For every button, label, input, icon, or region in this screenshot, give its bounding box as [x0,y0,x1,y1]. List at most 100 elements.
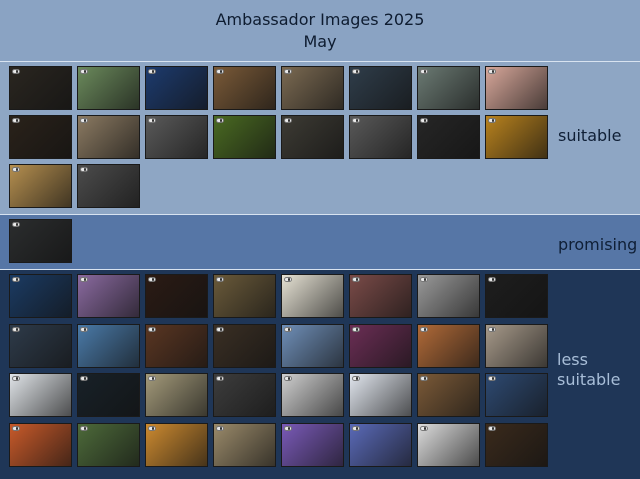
thumbnail-less-21[interactable] [281,373,344,417]
eye-icon [488,376,496,381]
thumbnail-suitable-5[interactable] [281,66,344,110]
section-less-suitable: less suitable [0,270,640,479]
thumbnail-less-31[interactable] [417,422,480,467]
eye-icon [216,69,224,74]
thumbnail-promising-1[interactable] [9,219,72,263]
eye-icon [488,118,496,123]
thumbnail-less-19[interactable] [145,373,208,417]
eye-icon [420,277,428,282]
thumbnail-less-17[interactable] [9,373,72,417]
thumbnail-less-8[interactable] [485,274,548,318]
eye-icon [488,277,496,282]
eye-icon [216,118,224,123]
eye-icon [352,69,360,74]
eye-icon [148,69,156,74]
thumbnail-less-29[interactable] [281,422,344,467]
eye-icon [488,326,496,332]
eye-icon [352,425,360,431]
thumbnail-less-2[interactable] [77,274,140,318]
eye-icon [148,425,156,431]
eye-icon [148,376,156,381]
eye-icon [488,425,496,431]
thumbnail-less-3[interactable] [145,274,208,318]
thumbnail-suitable-6[interactable] [349,66,412,110]
eye-icon [12,376,20,381]
thumbnail-less-1[interactable] [9,274,72,318]
thumbnail-suitable-18[interactable] [77,164,140,208]
thumbnail-less-32[interactable] [485,422,548,467]
eye-icon [420,425,428,431]
eye-icon [12,277,20,282]
thumbnail-suitable-11[interactable] [145,115,208,159]
eye-icon [80,277,88,282]
thumbnail-less-9[interactable] [9,323,72,368]
eye-icon [284,376,292,381]
thumbnail-suitable-10[interactable] [77,115,140,159]
eye-icon [284,118,292,123]
thumbnail-less-10[interactable] [77,323,140,368]
thumbnail-less-14[interactable] [349,323,412,368]
eye-icon [12,118,20,123]
thumbnail-suitable-17[interactable] [9,164,72,208]
thumbnail-less-20[interactable] [213,373,276,417]
section-label-promising: promising [558,235,638,254]
eye-icon [284,326,292,332]
thumbnail-less-12[interactable] [213,323,276,368]
eye-icon [216,376,224,381]
eye-icon [148,277,156,282]
eye-icon [80,425,88,431]
thumbnail-less-6[interactable] [349,274,412,318]
eye-icon [420,326,428,332]
thumbnail-less-11[interactable] [145,323,208,368]
section-label-less-suitable: less suitable [557,350,620,390]
eye-icon [80,376,88,381]
thumbnail-less-24[interactable] [485,373,548,417]
eye-icon [80,167,88,172]
thumbnail-suitable-4[interactable] [213,66,276,110]
eye-icon [148,118,156,123]
thumbnail-less-15[interactable] [417,323,480,368]
eye-icon [216,425,224,431]
eye-icon [12,222,20,227]
eye-icon [488,69,496,74]
thumbnail-less-7[interactable] [417,274,480,318]
thumbnail-suitable-9[interactable] [9,115,72,159]
thumbnail-less-18[interactable] [77,373,140,417]
eye-icon [12,167,20,172]
eye-icon [420,69,428,74]
thumbnail-suitable-13[interactable] [281,115,344,159]
thumbnail-suitable-7[interactable] [417,66,480,110]
thumbnail-suitable-15[interactable] [417,115,480,159]
thumbnail-less-4[interactable] [213,274,276,318]
eye-icon [216,326,224,332]
thumbnail-less-25[interactable] [9,422,72,467]
thumbnail-less-5[interactable] [281,274,344,318]
thumbnail-suitable-3[interactable] [145,66,208,110]
thumbnail-less-28[interactable] [213,422,276,467]
eye-icon [352,277,360,282]
eye-icon [352,376,360,381]
section-label-suitable: suitable [558,126,622,145]
eye-icon [284,425,292,431]
thumbnail-less-16[interactable] [485,323,548,368]
section-suitable: suitable [0,62,640,215]
thumbnail-suitable-8[interactable] [485,66,548,110]
thumbnail-less-26[interactable] [77,422,140,467]
eye-icon [80,69,88,74]
thumbnail-suitable-14[interactable] [349,115,412,159]
eye-icon [12,69,20,74]
section-promising: promising [0,215,640,270]
thumbnail-less-23[interactable] [417,373,480,417]
section-label-less-suitable-text: less suitable [557,350,621,389]
eye-icon [420,376,428,381]
thumbnail-less-27[interactable] [145,422,208,467]
thumbnail-suitable-2[interactable] [77,66,140,110]
page-subtitle: May [303,32,337,51]
thumbnail-less-22[interactable] [349,373,412,417]
thumbnail-less-30[interactable] [349,422,412,467]
thumbnail-suitable-1[interactable] [9,66,72,110]
eye-icon [216,277,224,282]
thumbnail-less-13[interactable] [281,323,344,368]
thumbnail-suitable-16[interactable] [485,115,548,159]
thumbnail-suitable-12[interactable] [213,115,276,159]
